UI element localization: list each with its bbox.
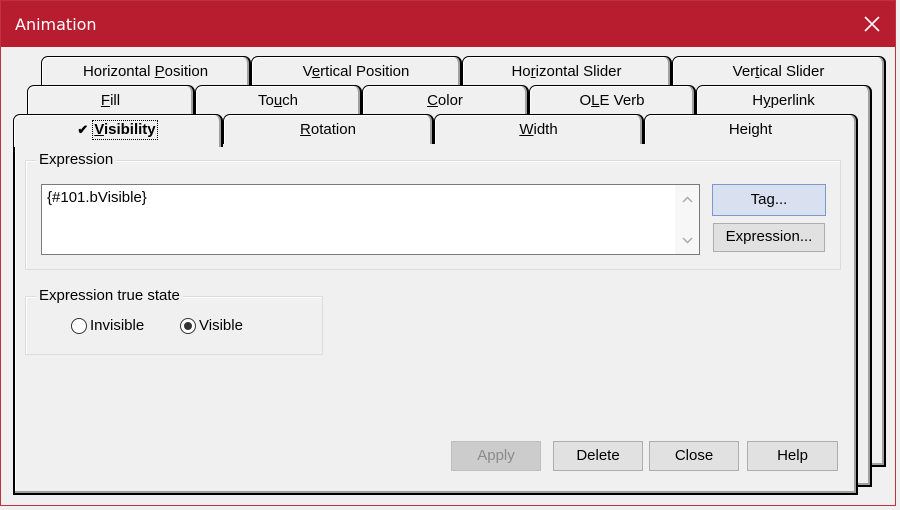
chevron-down-icon (682, 237, 692, 243)
tab-height[interactable]: Height (644, 114, 858, 144)
tab-visibility[interactable]: ✔ Visibility (13, 114, 223, 147)
tab-rotation[interactable]: Rotation (223, 114, 434, 144)
delete-button[interactable]: Delete (553, 441, 643, 471)
animation-dialog: Animation Horizontal Position Vertical P… (0, 0, 896, 506)
tab-color[interactable]: Color (362, 85, 529, 115)
tab-fill[interactable]: Fill (27, 85, 195, 115)
radio-selected-dot (184, 321, 192, 330)
radio-visible[interactable]: Visible (180, 317, 243, 334)
chevron-up-icon (682, 196, 692, 202)
expression-group-label: Expression (36, 152, 117, 168)
close-button[interactable]: Close (649, 441, 739, 471)
check-icon: ✔ (77, 122, 89, 137)
close-window-button[interactable] (849, 1, 895, 47)
tab-hyperlink[interactable]: Hyperlink (696, 85, 872, 115)
window-title: Animation (15, 15, 97, 34)
tab-width[interactable]: Width (434, 114, 644, 144)
expression-button[interactable]: Expression... (713, 223, 825, 252)
true-state-group-label: Expression true state (36, 288, 183, 304)
apply-button[interactable]: Apply (451, 441, 541, 471)
expression-scrollbar[interactable] (675, 185, 699, 254)
help-button[interactable]: Help (747, 441, 838, 471)
expression-value: {#101.bVisible} (47, 189, 147, 206)
radio-circle-invisible (71, 317, 87, 334)
tab-vertical-position[interactable]: Vertical Position (251, 56, 462, 86)
scroll-up-button[interactable] (675, 187, 699, 211)
title-bar: Animation (1, 1, 895, 47)
close-icon (864, 16, 880, 32)
tab-touch[interactable]: Touch (195, 85, 362, 115)
radio-invisible[interactable]: Invisible (71, 317, 144, 334)
scroll-down-button[interactable] (675, 228, 699, 252)
tag-button[interactable]: Tag... (712, 184, 826, 216)
expression-textarea[interactable]: {#101.bVisible} (41, 184, 700, 255)
tab-visibility-label: Visibility (92, 120, 158, 140)
tab-horizontal-position[interactable]: Horizontal Position (41, 56, 251, 86)
tab-horizontal-slider[interactable]: Horizontal Slider (462, 56, 672, 86)
radio-invisible-label: Invisible (90, 317, 145, 334)
radio-visible-label: Visible (199, 317, 243, 334)
tab-vertical-slider[interactable]: Vertical Slider (672, 56, 886, 86)
radio-circle-visible (180, 317, 196, 334)
tab-ole-verb[interactable]: OLE Verb (529, 85, 696, 115)
true-state-groupbox: Expression true state (25, 288, 323, 355)
